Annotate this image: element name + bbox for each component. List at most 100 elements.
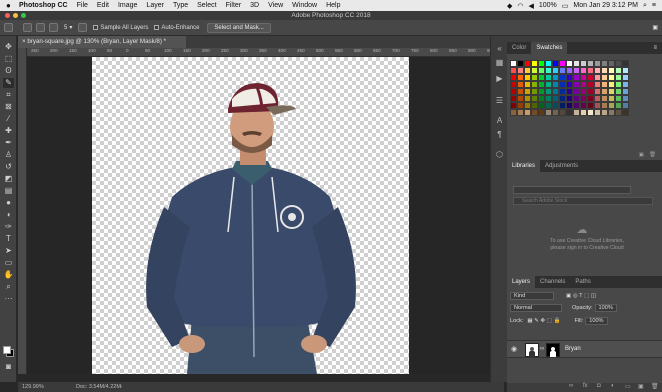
swatch[interactable] [517, 67, 524, 74]
swatch[interactable] [566, 109, 573, 116]
swatch[interactable] [510, 95, 517, 102]
swatch[interactable] [615, 88, 622, 95]
swatch[interactable] [552, 95, 559, 102]
app-menu[interactable]: Photoshop CC [19, 2, 68, 9]
swatch[interactable] [552, 102, 559, 109]
brush-size-dropdown-icon[interactable]: ▾ [69, 24, 72, 31]
search-icon[interactable]: ⌕ [643, 2, 647, 10]
swatch[interactable] [580, 67, 587, 74]
swatch[interactable] [608, 74, 615, 81]
swatch[interactable] [615, 81, 622, 88]
swatch[interactable] [517, 81, 524, 88]
swatch[interactable] [545, 67, 552, 74]
crop-tool-icon[interactable]: ⌗ [3, 90, 14, 100]
swatch[interactable] [573, 81, 580, 88]
brush-tool-icon[interactable]: ✒ [3, 138, 14, 148]
swatch[interactable] [531, 74, 538, 81]
zoom-level[interactable]: 129.99% [22, 382, 44, 392]
properties-panel-icon[interactable]: ☰ [495, 96, 504, 105]
swatch[interactable] [524, 102, 531, 109]
new-swatch-icon[interactable]: ▣ [639, 152, 644, 158]
swatch[interactable] [538, 67, 545, 74]
swatch[interactable] [531, 95, 538, 102]
swatch[interactable] [601, 81, 608, 88]
swatch[interactable] [545, 74, 552, 81]
swatch[interactable] [510, 67, 517, 74]
minimize-window-button[interactable] [13, 13, 18, 18]
swatch[interactable] [608, 102, 615, 109]
swatch[interactable] [531, 109, 538, 116]
swatch[interactable] [538, 102, 545, 109]
marquee-tool-icon[interactable]: ⬚ [3, 54, 14, 64]
new-group-icon[interactable]: ▭ [625, 383, 631, 390]
swatch[interactable] [559, 74, 566, 81]
swatch[interactable] [510, 88, 517, 95]
volume-icon[interactable]: ◀ [528, 2, 533, 10]
swatch[interactable] [545, 109, 552, 116]
swatch[interactable] [594, 81, 601, 88]
swatch[interactable] [531, 102, 538, 109]
swatch[interactable] [552, 67, 559, 74]
swatch[interactable] [580, 102, 587, 109]
menu-3d[interactable]: 3D [250, 2, 259, 9]
swatch[interactable] [608, 95, 615, 102]
swatch[interactable] [573, 74, 580, 81]
path-selection-tool-icon[interactable]: ➤ [3, 246, 14, 256]
swatch[interactable] [608, 60, 615, 67]
menu-file[interactable]: File [77, 2, 88, 9]
layer-name[interactable]: Bryan [565, 346, 581, 352]
swatch[interactable] [538, 60, 545, 67]
swatch[interactable] [517, 74, 524, 81]
swatch[interactable] [566, 60, 573, 67]
swatch[interactable] [559, 102, 566, 109]
swatch[interactable] [524, 109, 531, 116]
new-layer-icon[interactable]: ▣ [638, 383, 644, 390]
layer-row-bryan[interactable]: ◉ ∞ Bryan [507, 340, 662, 358]
swatch[interactable] [573, 95, 580, 102]
close-window-button[interactable] [5, 13, 10, 18]
zoom-window-button[interactable] [21, 13, 26, 18]
swatch[interactable] [601, 67, 608, 74]
swatch[interactable] [622, 88, 629, 95]
swatch[interactable] [524, 74, 531, 81]
swatch[interactable] [538, 74, 545, 81]
swatch[interactable] [594, 60, 601, 67]
swatch[interactable] [580, 95, 587, 102]
swatch[interactable] [559, 60, 566, 67]
swatch[interactable] [580, 74, 587, 81]
sample-all-layers-checkbox[interactable] [93, 25, 99, 30]
hand-tool-icon[interactable]: ✋ [3, 270, 14, 280]
swatch[interactable] [517, 109, 524, 116]
clone-stamp-tool-icon[interactable]: ♙ [3, 150, 14, 160]
swatch[interactable] [566, 81, 573, 88]
swatch[interactable] [608, 81, 615, 88]
menu-help[interactable]: Help [326, 2, 340, 9]
swatch[interactable] [622, 95, 629, 102]
apple-icon[interactable]: ● [6, 1, 14, 10]
swatch[interactable] [531, 88, 538, 95]
swatch[interactable] [559, 81, 566, 88]
swatch[interactable] [573, 67, 580, 74]
library-select[interactable] [513, 186, 631, 194]
new-selection-icon[interactable] [23, 23, 32, 32]
swatch[interactable] [615, 74, 622, 81]
menu-edit[interactable]: Edit [97, 2, 109, 9]
swatch[interactable] [587, 60, 594, 67]
status-arrow-icon[interactable]: › [120, 382, 122, 392]
close-document-icon[interactable]: × [22, 38, 26, 45]
tab-channels[interactable]: Channels [535, 276, 570, 288]
swatch[interactable] [566, 88, 573, 95]
character-panel-icon[interactable]: A [495, 116, 504, 125]
swatch[interactable] [531, 67, 538, 74]
swatch[interactable] [517, 60, 524, 67]
swatch[interactable] [594, 95, 601, 102]
swatch[interactable] [587, 81, 594, 88]
frame-tool-icon[interactable]: ⊠ [3, 102, 14, 112]
tab-adjustments[interactable]: Adjustments [540, 160, 583, 172]
filter-icons[interactable]: ▣ ◎ T ⬚ ◫ [566, 293, 596, 299]
tab-swatches[interactable]: Swatches [531, 42, 568, 54]
swatch[interactable] [580, 109, 587, 116]
swatch[interactable] [601, 102, 608, 109]
swatch[interactable] [538, 95, 545, 102]
eyedropper-tool-icon[interactable]: ⁄ [3, 114, 14, 124]
